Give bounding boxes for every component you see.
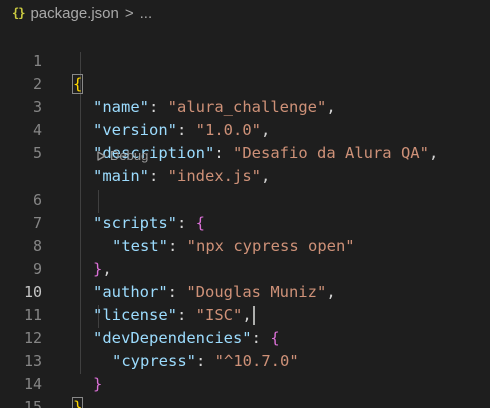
code-line-active[interactable]: 10 "license": "ISC", [0, 258, 490, 325]
code-line[interactable]: 2 "name": "alura_challenge", [0, 50, 490, 116]
breadcrumb: {} package.json > ... [0, 0, 490, 26]
code-line[interactable]: 6 "scripts": { [0, 166, 490, 232]
code-line[interactable]: 1 { [0, 27, 490, 94]
debug-codelens-label: Debug [110, 148, 149, 163]
breadcrumb-more[interactable]: ... [140, 5, 153, 22]
code-line[interactable]: 12 "cypress": "^10.7.0" [0, 304, 490, 370]
code-line[interactable]: 3 "version": "1.0.0", [0, 73, 490, 139]
debug-codelens[interactable]: Debug [97, 146, 148, 165]
code-line[interactable]: 5 "main": "index.js", [0, 119, 490, 185]
code-line[interactable]: 13 } [0, 327, 490, 393]
json-value: "Desafio da Alura QA" [233, 144, 429, 162]
close-brace: } [71, 397, 84, 408]
code-line[interactable]: 7 "test": "npx cypress open" [0, 189, 490, 255]
chevron-right-icon: > [124, 4, 134, 22]
code-line[interactable]: 14 } [0, 350, 490, 408]
code-line[interactable]: 9 "author": "Douglas Muniz", [0, 235, 490, 301]
line-number: 15 [23, 398, 42, 408]
line-number: 5 [32, 144, 42, 162]
code-line[interactable]: 15 [0, 373, 490, 408]
code-line[interactable]: 11 "devDependencies": { [0, 281, 490, 347]
json-file-icon: {} [12, 6, 25, 20]
breadcrumb-file[interactable]: package.json [30, 5, 118, 22]
play-icon [97, 151, 106, 161]
code-line[interactable]: 8 }, [0, 212, 490, 278]
code-editor[interactable]: {} package.json > ... 1 { 2 "name": "alu… [0, 0, 490, 408]
code-line[interactable]: 4 "description": "Desafio da Alura QA", [0, 96, 490, 162]
